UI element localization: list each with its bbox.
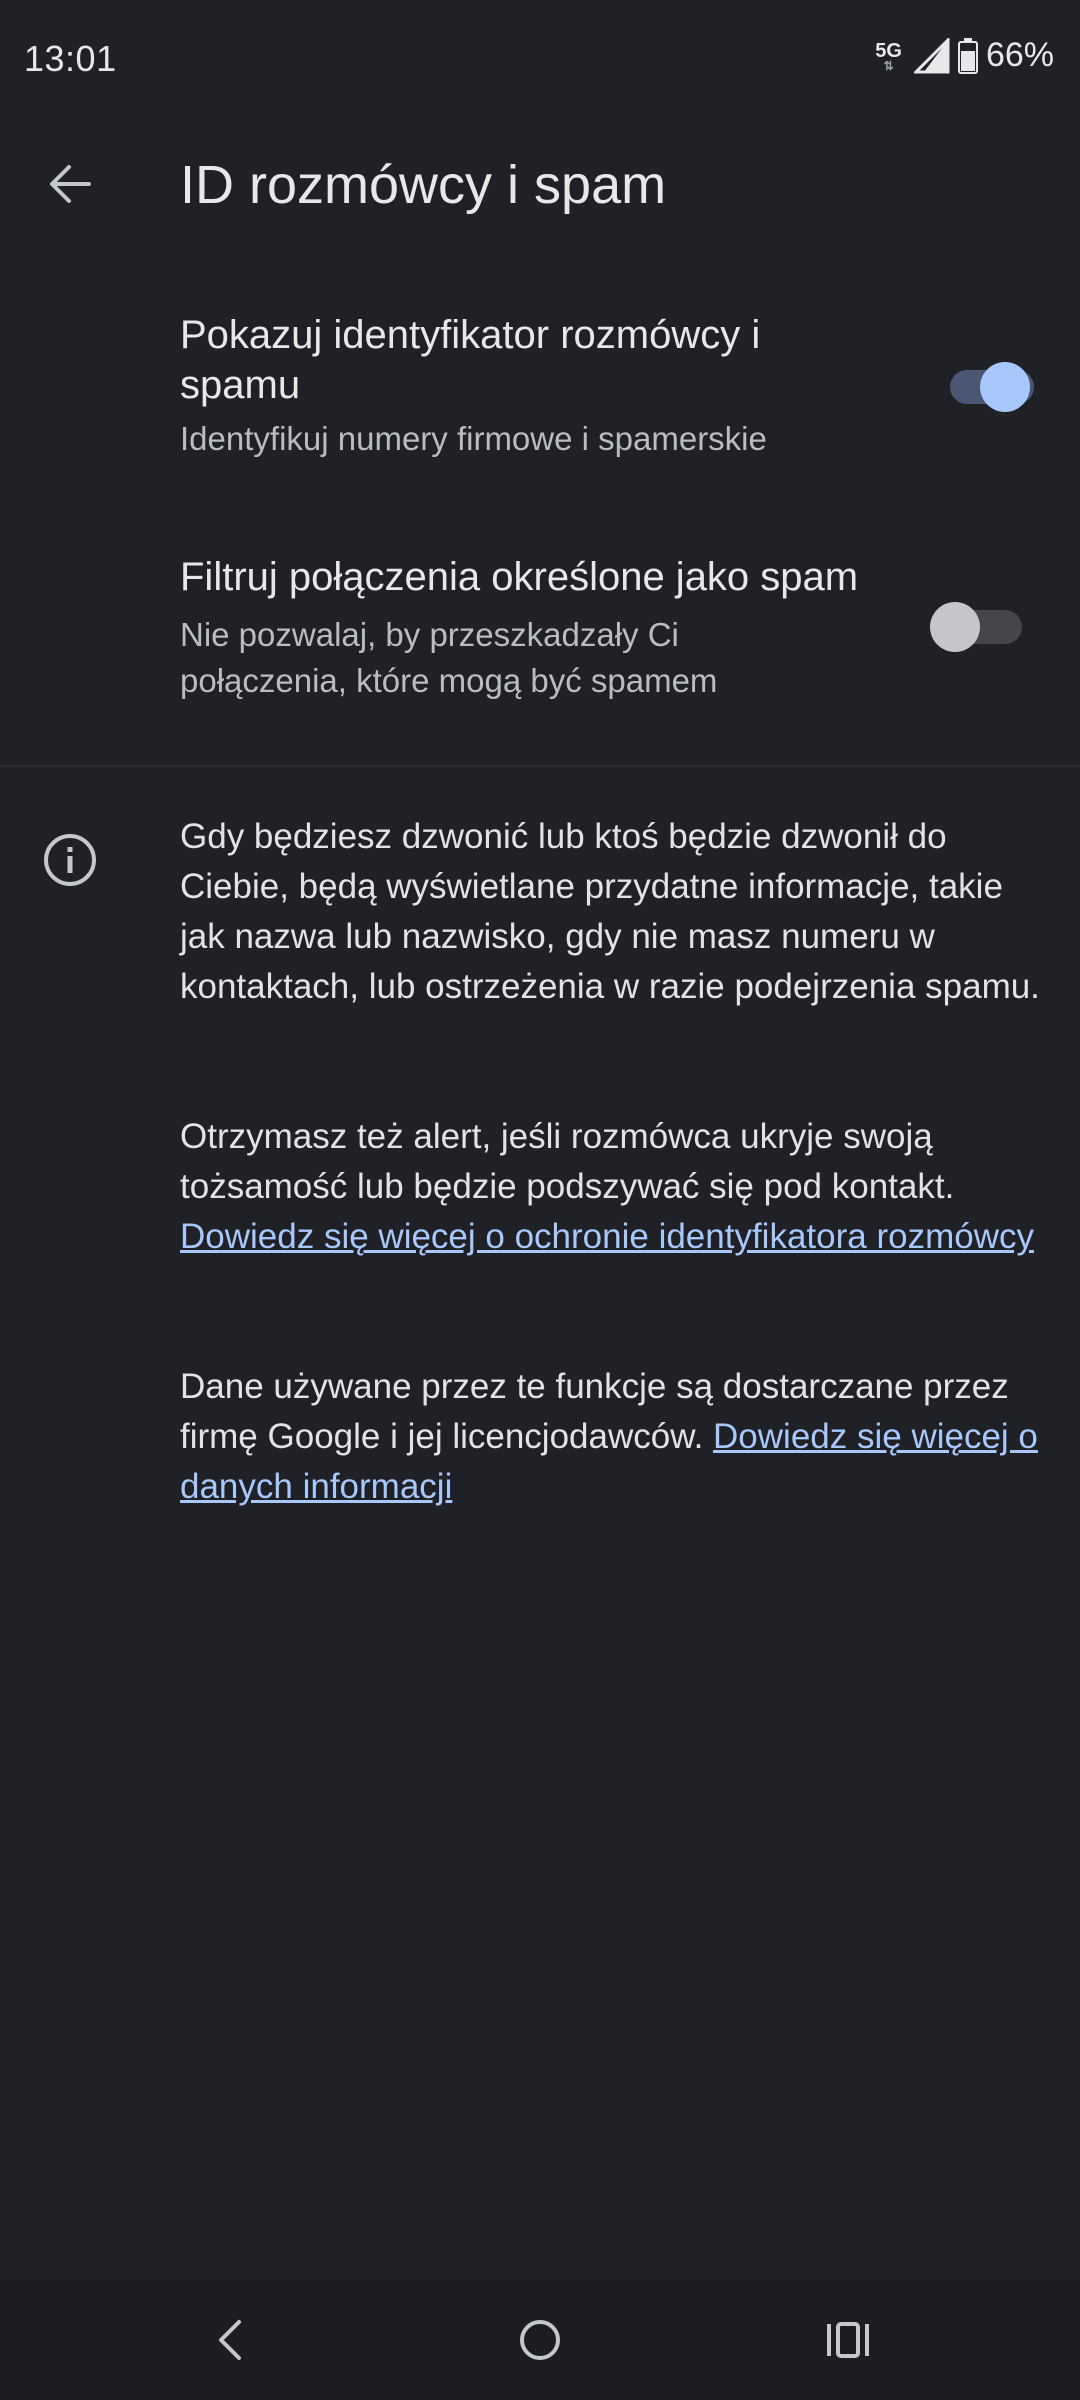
back-button[interactable] (34, 154, 104, 214)
setting-subtitle: Nie pozwalaj, by przeszkadzały Ci połącz… (180, 616, 718, 699)
setting-filter-spam[interactable]: Filtruj połączenia określone jako spam N… (0, 540, 1080, 740)
battery-icon (957, 37, 978, 74)
navigation-bar (0, 2280, 1080, 2400)
status-time: 13:01 (24, 38, 117, 79)
setting-subtitle: Identyfikuj numery firmowe i spamerskie (180, 420, 767, 457)
spam-filter-toggle[interactable] (930, 602, 1022, 652)
circle-home-icon (520, 2320, 560, 2360)
status-bar: 13:01 5G ⇅ 66% (0, 0, 1080, 124)
status-icons: 5G ⇅ 66% (875, 36, 1054, 75)
chevron-left-icon (219, 2320, 241, 2360)
info-paragraph-3: Dane używane przez te funkcje są dostarc… (180, 1362, 1040, 1512)
section-divider (0, 765, 1080, 767)
battery-percent: 66% (985, 36, 1054, 74)
setting-show-caller-id[interactable]: Pokazuj identyfikator rozmówcy i spamu I… (0, 290, 1080, 490)
nav-recents-button[interactable] (808, 2300, 888, 2380)
network-indicator: 5G ⇅ (875, 41, 902, 73)
nav-back-button[interactable] (190, 2300, 270, 2380)
nav-home-button[interactable] (500, 2300, 580, 2380)
info-icon (44, 834, 96, 886)
data-arrows-icon: ⇅ (883, 58, 894, 73)
app-bar: ID rozmówcy i spam (0, 124, 1080, 244)
info-paragraph-2: Otrzymasz też alert, jeśli rozmówca ukry… (180, 1112, 1040, 1262)
info-paragraph-2-text: Otrzymasz też alert, jeśli rozmówca ukry… (180, 1117, 955, 1206)
signal-icon (913, 37, 950, 73)
learn-more-caller-id-link[interactable]: Dowiedz się więcej o ochronie identyfika… (180, 1217, 1034, 1256)
arrow-left-icon (50, 165, 91, 203)
setting-title: Filtruj połączenia określone jako spam (180, 555, 859, 599)
caller-id-toggle[interactable] (950, 362, 1040, 412)
recents-icon (827, 2322, 869, 2358)
page-title: ID rozmówcy i spam (180, 155, 667, 215)
toggle-thumb (980, 362, 1030, 412)
info-paragraph-1: Gdy będziesz dzwonić lub ktoś będzie dzw… (180, 817, 1040, 1006)
toggle-thumb (930, 602, 980, 652)
setting-title: Pokazuj identyfikator rozmówcy i spamu (180, 313, 761, 407)
